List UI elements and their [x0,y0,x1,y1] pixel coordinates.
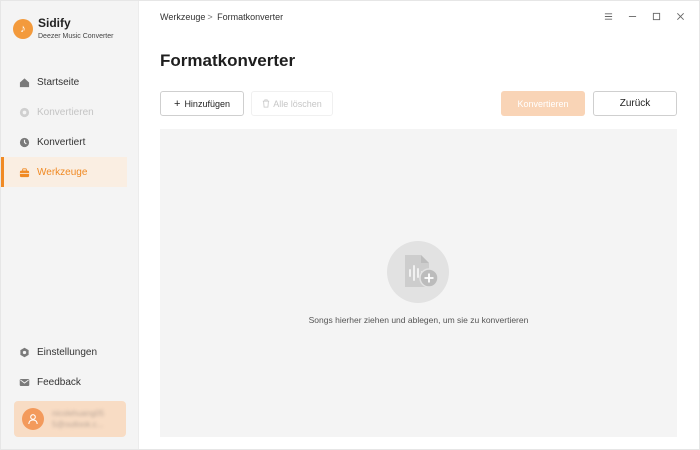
sidebar-item-werkzeuge[interactable]: Werkzeuge [1,157,127,187]
app-window: ♪ Sidify Deezer Music Converter Startsei… [0,0,700,450]
sidebar-item-label: Konvertiert [37,136,86,148]
brand-name: Sidify [38,16,71,30]
sidebar-item-einstellungen[interactable]: Einstellungen [1,337,139,367]
clear-all-button[interactable]: Alle löschen [251,91,333,116]
sidebar-item-label: Startseite [37,76,80,88]
convert-icon [19,107,30,118]
sidebar-item-label: Konvertieren [37,106,94,118]
sidebar-item-label: Einstellungen [37,346,98,358]
user-icon [28,414,38,425]
sidebar-item-feedback[interactable]: Feedback [1,367,139,397]
breadcrumb-parent[interactable]: Werkzeuge [160,12,205,22]
page-title: Formatkonverter [160,51,296,70]
plus-icon: + [174,97,181,110]
user-email-line1: nicolehuang05 [52,409,105,418]
add-button-label: Hinzufügen [184,98,230,109]
drop-zone[interactable]: Songs hierher ziehen und ablegen, um sie… [160,129,677,437]
window-controls [603,11,685,21]
breadcrumb: Werkzeuge > Formatkonverter [160,12,283,22]
add-button[interactable]: + Hinzufügen [160,91,244,116]
toolbox-icon [19,167,30,178]
maximize-icon[interactable] [651,11,661,21]
add-audio-icon [387,241,449,303]
sidebar-nav: Startseite Konvertieren Konvertiert Werk… [1,67,139,187]
breadcrumb-current: Formatkonverter [217,12,284,22]
clock-icon [19,137,30,148]
sidebar-item-startseite[interactable]: Startseite [1,67,139,97]
user-email-line2: 5@outlook.c... [52,420,104,429]
convert-button[interactable]: Konvertieren [501,91,585,116]
title-bar: Werkzeuge > Formatkonverter [139,1,699,33]
brand: ♪ Sidify Deezer Music Converter [13,15,113,40]
sidebar-item-konvertieren[interactable]: Konvertieren [1,97,139,127]
avatar [22,408,44,430]
menu-icon[interactable] [603,11,613,21]
back-button[interactable]: Zurück [593,91,677,116]
home-icon [19,77,30,88]
user-account-card[interactable]: nicolehuang05 5@outlook.c... [14,401,126,437]
close-icon[interactable] [675,11,685,21]
drop-zone-hint: Songs hierher ziehen und ablegen, um sie… [308,315,529,325]
brand-logo-icon: ♪ [13,19,33,39]
gear-icon [19,347,30,358]
mail-icon [19,377,30,388]
minimize-icon[interactable] [627,11,637,21]
clear-all-button-label: Alle löschen [273,98,322,109]
brand-subtitle: Deezer Music Converter [38,33,114,40]
sidebar-item-label: Werkzeuge [37,166,88,178]
sidebar: ♪ Sidify Deezer Music Converter Startsei… [1,1,139,449]
trash-icon [262,99,270,108]
main-panel: Werkzeuge > Formatkonverter Formatkonvert… [139,1,699,449]
sidebar-item-konvertiert[interactable]: Konvertiert [1,127,139,157]
sidebar-bottom-nav: Einstellungen Feedback [1,337,139,397]
sidebar-item-label: Feedback [37,376,81,388]
breadcrumb-separator: > [207,12,213,22]
